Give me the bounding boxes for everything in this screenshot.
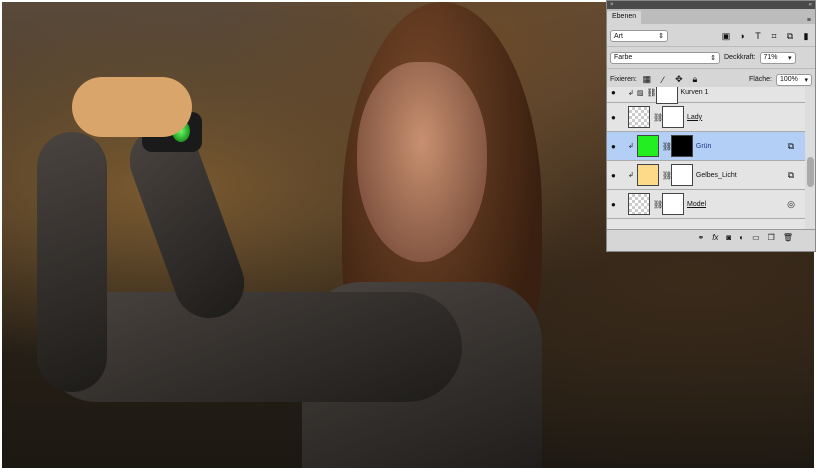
filter-shape-icon[interactable]: ⌗ [768, 31, 780, 42]
link-layers-icon[interactable]: ⚭ [697, 233, 704, 242]
filter-value: Art [614, 32, 623, 40]
layer-name[interactable]: Lady [687, 114, 805, 121]
layer-name[interactable]: Model [687, 201, 782, 208]
layer-mask-thumbnail [662, 106, 684, 128]
filter-select[interactable]: Art ⇕ [610, 30, 668, 42]
layer-row[interactable]: ● ⛓ Lady [607, 103, 805, 132]
smartobject-icon: ⧉ [787, 169, 795, 180]
panel-menu-icon[interactable]: ≡ [807, 17, 811, 24]
layer-name[interactable]: Gelbes_Licht [696, 172, 782, 179]
opacity-label: Deckkraft: [724, 54, 756, 61]
layers-panel: × « Ebenen ≡ Art ⇕ ▣ ◑ T ⌗ ⧉ ▮ Farbe ⇕ Deckk… [606, 0, 816, 252]
layer-mask-thumbnail [670, 164, 693, 186]
lock-position-icon[interactable]: ✥ [673, 74, 685, 85]
filter-text-icon[interactable]: T [752, 31, 764, 41]
delete-icon[interactable]: 🗑︎ [783, 233, 793, 242]
fill-input[interactable]: 100% ▾ [776, 73, 812, 86]
visibility-eye-icon[interactable]: ● [611, 142, 625, 151]
tab-ebenen[interactable]: Ebenen [607, 11, 642, 24]
blend-mode-value: Farbe [614, 54, 633, 61]
link-icon[interactable]: ⛓ [653, 113, 663, 122]
layers-list: ● ↲ ▨ ⛓ Kurven 1 ● ⛓ Lady ● ↲ ⛓ Grün ⧉ ● ↲ ⛓… [607, 87, 805, 229]
layer-row-active[interactable]: ● ↲ ⛓ Grün ⧉ [607, 132, 805, 161]
smartobject-icon: ⧉ [787, 140, 795, 151]
layer-thumbnail [628, 106, 650, 128]
photo-forearm [37, 132, 107, 392]
layer-mask-thumbnail [662, 193, 684, 215]
close-icon[interactable]: × [610, 1, 614, 9]
link-icon[interactable]: ⛓ [662, 171, 672, 180]
layer-row[interactable]: ● ↲ ▨ ⛓ Kurven 1 [607, 87, 806, 104]
layer-mask-thumbnail [655, 87, 678, 104]
layer-row[interactable]: ● ⛓ Model ◎ [607, 190, 805, 219]
link-icon[interactable]: ⛓ [647, 88, 657, 97]
photo-hand [72, 77, 192, 137]
layer-row[interactable]: ● ↲ ⛓ Gelbes_Licht ⧉ [607, 161, 805, 190]
lock-transparency-icon[interactable]: ▦ [641, 74, 653, 85]
curves-icon: ▨ [636, 89, 644, 97]
layer-name[interactable]: Kurven 1 [681, 89, 806, 96]
visibility-eye-icon[interactable]: ● [611, 88, 625, 97]
opacity-input[interactable]: 71% ▾ [759, 51, 796, 64]
link-icon[interactable]: ⛓ [662, 142, 672, 151]
link-icon[interactable]: ⛓ [653, 200, 663, 209]
filter-toggle[interactable]: ▮ [800, 31, 812, 42]
fill-label: Fläche: [749, 76, 772, 83]
new-adjustment-icon[interactable]: ◐ [739, 233, 744, 242]
photo-face [357, 62, 487, 262]
filter-smartobject-icon[interactable]: ⧉ [784, 31, 796, 42]
fill-value: 100% [780, 76, 798, 83]
color-fill-thumbnail [636, 164, 659, 186]
fx-icon[interactable]: fx [712, 233, 718, 242]
panel-titlebar[interactable]: × « [607, 1, 815, 9]
lock-all-icon[interactable]: 🔒︎ [689, 74, 701, 85]
filter-pixel-icon[interactable]: ▣ [720, 31, 732, 42]
new-group-icon[interactable]: ▭ [752, 233, 760, 242]
layer-thumbnail [628, 193, 650, 215]
opacity-value: 71% [763, 54, 778, 61]
filter-adjustment-icon[interactable]: ◑ [736, 31, 748, 41]
color-fill-thumbnail [636, 135, 659, 157]
scrollbar-thumb[interactable] [807, 157, 814, 187]
layer-mask-thumbnail [670, 135, 693, 157]
smart-filter-icon: ◎ [787, 198, 795, 209]
new-layer-icon[interactable]: ❐ [768, 233, 775, 242]
lock-label: Fixieren: [610, 76, 637, 83]
lock-paint-icon[interactable]: ⁄ [657, 75, 669, 85]
panel-footer: ⚭ fx ◙ ◐ ▭ ❐ 🗑︎ [607, 229, 815, 245]
add-mask-icon[interactable]: ◙ [726, 233, 731, 242]
layer-name[interactable]: Grün [696, 143, 782, 150]
visibility-eye-icon[interactable]: ● [611, 171, 625, 180]
layers-scrollbar[interactable] [805, 87, 815, 229]
blend-mode-select[interactable]: Farbe ⇕ [610, 51, 720, 64]
visibility-eye-icon[interactable]: ● [611, 200, 625, 209]
visibility-eye-icon[interactable]: ● [611, 113, 625, 122]
collapse-icon[interactable]: « [809, 1, 812, 9]
